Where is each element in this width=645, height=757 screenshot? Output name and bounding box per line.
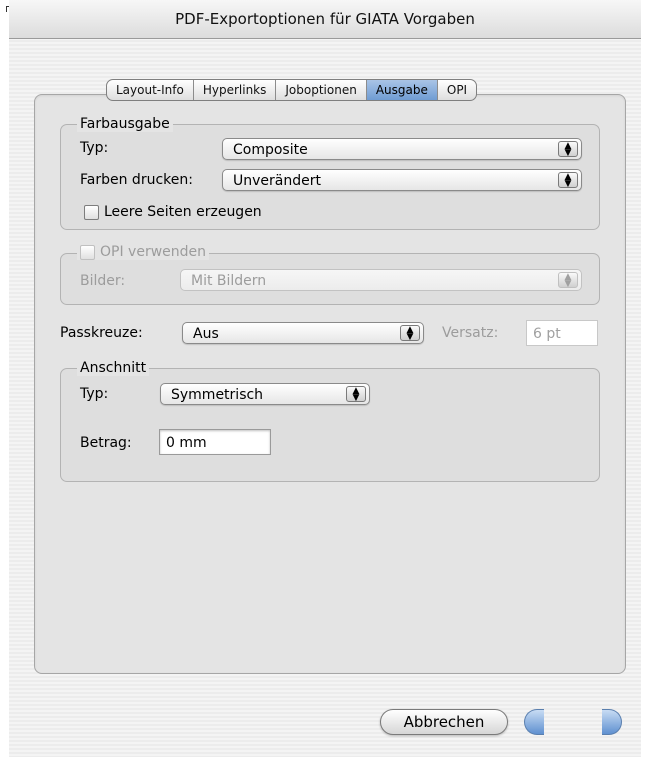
tab-joboptionen[interactable]: Joboptionen [276, 80, 367, 100]
opi-bilder-popup[interactable]: Mit Bildern ▲ ▼ [180, 269, 582, 291]
farben-drucken-label: Farben drucken: [80, 172, 193, 188]
betrag-label: Betrag: [80, 435, 132, 451]
opi-verwenden-label: OPI verwenden [100, 244, 207, 260]
opi-verwenden-checkbox[interactable] [80, 244, 95, 260]
passkreuze-value: Aus [193, 326, 219, 342]
up-down-arrows-icon: ▲ ▼ [558, 272, 578, 289]
tab-ausgabe[interactable]: Ausgabe [366, 80, 438, 100]
up-down-arrows-icon: ▲ ▼ [558, 172, 578, 189]
up-down-arrows-icon: ▲ ▼ [558, 141, 578, 158]
tab-layout-info[interactable]: Layout-Info [107, 80, 194, 100]
tab-hyperlinks[interactable]: Hyperlinks [194, 80, 277, 100]
versatz-field[interactable]: 6 pt [526, 320, 598, 346]
farbausgabe-typ-value: Composite [233, 142, 308, 158]
farben-drucken-popup[interactable]: Unverändert ▲ ▼ [222, 169, 582, 191]
farbausgabe-legend: Farbausgabe [77, 116, 173, 132]
anschnitt-typ-popup[interactable]: Symmetrisch ▲ ▼ [160, 383, 370, 405]
tab-opi[interactable]: OPI [438, 80, 476, 100]
opi-legend: OPI verwenden [77, 244, 210, 260]
betrag-field[interactable]: 0 mm [159, 429, 271, 455]
farbausgabe-typ-label: Typ: [80, 140, 109, 156]
anschnitt-typ-value: Symmetrisch [171, 387, 264, 403]
opi-bilder-value: Mit Bildern [191, 273, 267, 289]
window-title: PDF-Exportoptionen für GIATA Vorgaben [9, 0, 641, 39]
default-button-left-cap[interactable] [524, 709, 544, 735]
up-down-arrows-icon: ▲ ▼ [400, 325, 420, 342]
anschnitt-legend: Anschnitt [77, 360, 150, 376]
tab-bar: Layout-Info Hyperlinks Joboptionen Ausga… [106, 79, 478, 101]
leere-seiten-checkbox[interactable] [84, 205, 99, 220]
up-down-arrows-icon: ▲ ▼ [346, 386, 366, 403]
cancel-button[interactable]: Abbrechen [380, 709, 508, 735]
versatz-label: Versatz: [442, 325, 499, 341]
leere-seiten-label[interactable]: Leere Seiten erzeugen [104, 203, 262, 221]
opi-bilder-label: Bilder: [80, 273, 126, 289]
anschnitt-typ-label: Typ: [80, 386, 109, 402]
farbausgabe-typ-popup[interactable]: Composite ▲ ▼ [222, 138, 582, 160]
farben-drucken-value: Unverändert [233, 173, 321, 189]
passkreuze-popup[interactable]: Aus ▲ ▼ [182, 322, 424, 344]
passkreuze-label: Passkreuze: [60, 325, 143, 341]
